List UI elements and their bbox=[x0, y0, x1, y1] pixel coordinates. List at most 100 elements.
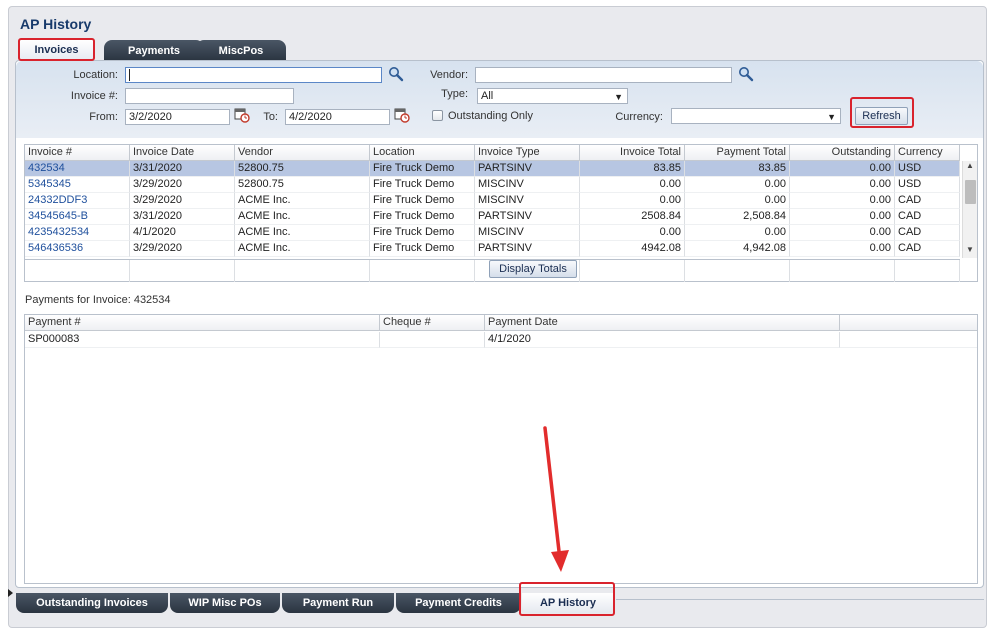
location-cell: Fire Truck Demo bbox=[370, 209, 475, 225]
location-cell: Fire Truck Demo bbox=[370, 177, 475, 193]
invoice-type-cell: PARTSINV bbox=[475, 161, 580, 177]
top-tab-bar: MiscPos Payments Invoices bbox=[18, 38, 298, 62]
invoice-type-cell: MISCINV bbox=[475, 177, 580, 193]
page-title: AP History bbox=[20, 16, 92, 32]
col-payment-date[interactable]: Payment Date bbox=[485, 315, 840, 331]
col-vendor[interactable]: Vendor bbox=[235, 145, 370, 161]
payment-date-cell: 4/1/2020 bbox=[485, 332, 840, 348]
payments-caption: Payments for Invoice: 432534 bbox=[25, 294, 171, 306]
invoice-date-cell: 3/29/2020 bbox=[130, 177, 235, 193]
outstanding-cell: 0.00 bbox=[790, 193, 895, 209]
currency-cell: CAD bbox=[895, 225, 960, 241]
totals-cell bbox=[895, 260, 960, 282]
currency-dropdown-arrow-icon: ▼ bbox=[827, 112, 836, 122]
tab-miscpos[interactable]: MiscPos bbox=[196, 40, 286, 61]
to-label: To: bbox=[263, 111, 278, 123]
table-row[interactable]: 4235432534 4/1/2020 ACME Inc. Fire Truck… bbox=[25, 225, 960, 241]
invoice-total-cell: 4942.08 bbox=[580, 241, 685, 257]
col-payment-number[interactable]: Payment # bbox=[25, 315, 380, 331]
from-label: From: bbox=[89, 111, 118, 123]
payment-total-cell: 0.00 bbox=[685, 193, 790, 209]
table-row[interactable]: 24332DDF3 3/29/2020 ACME Inc. Fire Truck… bbox=[25, 193, 960, 209]
col-invoice-total[interactable]: Invoice Total bbox=[580, 145, 685, 161]
refresh-button[interactable]: Refresh bbox=[855, 107, 908, 125]
invoice-number-cell[interactable]: 5345345 bbox=[25, 177, 130, 193]
vendor-cell: ACME Inc. bbox=[235, 209, 370, 225]
col-outstanding[interactable]: Outstanding bbox=[790, 145, 895, 161]
col-currency[interactable]: Currency bbox=[895, 145, 960, 161]
col-location[interactable]: Location bbox=[370, 145, 475, 161]
invoice-date-cell: 3/31/2020 bbox=[130, 161, 235, 177]
invoice-total-cell: 0.00 bbox=[580, 225, 685, 241]
tab-outstanding-invoices[interactable]: Outstanding Invoices bbox=[16, 593, 168, 613]
scroll-thumb[interactable] bbox=[965, 180, 976, 204]
display-totals-button[interactable]: Display Totals bbox=[489, 260, 577, 278]
blank-cell bbox=[840, 332, 977, 348]
payment-total-cell: 4,942.08 bbox=[685, 241, 790, 257]
location-cell: Fire Truck Demo bbox=[370, 225, 475, 241]
vendor-input[interactable] bbox=[475, 67, 732, 83]
col-invoice-number[interactable]: Invoice # bbox=[25, 145, 130, 161]
invoice-number-cell[interactable]: 24332DDF3 bbox=[25, 193, 130, 209]
location-input[interactable] bbox=[125, 67, 382, 83]
outstanding-cell: 0.00 bbox=[790, 177, 895, 193]
table-row[interactable]: 546436536 3/29/2020 ACME Inc. Fire Truck… bbox=[25, 241, 960, 257]
payment-number-cell: SP000083 bbox=[25, 332, 380, 348]
invoice-number-input[interactable] bbox=[125, 88, 294, 104]
col-payment-total[interactable]: Payment Total bbox=[685, 145, 790, 161]
table-row[interactable]: 5345345 3/29/2020 52800.75 Fire Truck De… bbox=[25, 177, 960, 193]
text-caret bbox=[129, 69, 130, 81]
tab-wip-misc-pos[interactable]: WIP Misc POs bbox=[170, 593, 280, 613]
totals-cell bbox=[235, 260, 370, 282]
table-row[interactable]: 432534 3/31/2020 52800.75 Fire Truck Dem… bbox=[25, 161, 960, 177]
invoice-date-cell: 3/29/2020 bbox=[130, 193, 235, 209]
invoices-header-row: Invoice # Invoice Date Vendor Location I… bbox=[25, 145, 960, 161]
to-calendar-icon[interactable] bbox=[394, 107, 410, 123]
totals-cell bbox=[580, 260, 685, 282]
invoices-scrollbar[interactable]: ▲ ▼ bbox=[962, 161, 977, 258]
table-row[interactable]: SP000083 4/1/2020 bbox=[25, 332, 977, 348]
vendor-cell: ACME Inc. bbox=[235, 225, 370, 241]
cheque-number-cell bbox=[380, 332, 485, 348]
totals-cell bbox=[370, 260, 475, 282]
currency-cell: CAD bbox=[895, 209, 960, 225]
scroll-down-icon[interactable]: ▼ bbox=[966, 245, 974, 254]
tab-invoices[interactable]: Invoices bbox=[18, 38, 95, 61]
col-cheque-number[interactable]: Cheque # bbox=[380, 315, 485, 331]
table-row[interactable]: 34545645-B 3/31/2020 ACME Inc. Fire Truc… bbox=[25, 209, 960, 225]
from-calendar-icon[interactable] bbox=[234, 107, 250, 123]
tab-payment-run[interactable]: Payment Run bbox=[282, 593, 394, 613]
invoice-number-cell[interactable]: 432534 bbox=[25, 161, 130, 177]
scroll-up-icon[interactable]: ▲ bbox=[966, 161, 974, 170]
totals-cell bbox=[685, 260, 790, 282]
col-blank bbox=[840, 315, 977, 331]
invoice-total-cell: 83.85 bbox=[580, 161, 685, 177]
vendor-label: Vendor: bbox=[430, 69, 468, 81]
vendor-cell: 52800.75 bbox=[235, 161, 370, 177]
outstanding-cell: 0.00 bbox=[790, 241, 895, 257]
currency-cell: USD bbox=[895, 161, 960, 177]
invoice-total-cell: 0.00 bbox=[580, 193, 685, 209]
tab-wip-misc-pos-label: WIP Misc POs bbox=[188, 597, 262, 609]
to-date-value: 4/2/2020 bbox=[289, 111, 332, 123]
invoice-number-cell[interactable]: 546436536 bbox=[25, 241, 130, 257]
vendor-search-icon[interactable] bbox=[738, 66, 754, 82]
location-search-icon[interactable] bbox=[388, 66, 404, 82]
outstanding-cell: 0.00 bbox=[790, 225, 895, 241]
ap-history-highlight bbox=[519, 582, 615, 616]
tab-payment-run-label: Payment Run bbox=[302, 597, 374, 609]
to-date-input[interactable]: 4/2/2020 bbox=[285, 109, 390, 125]
type-select[interactable]: All ▼ bbox=[477, 88, 628, 104]
currency-select[interactable]: ▼ bbox=[671, 108, 841, 124]
tab-payment-credits[interactable]: Payment Credits bbox=[396, 593, 521, 613]
tab-scroll-left-icon[interactable] bbox=[8, 589, 13, 597]
tab-payment-credits-label: Payment Credits bbox=[415, 597, 502, 609]
col-invoice-date[interactable]: Invoice Date bbox=[130, 145, 235, 161]
col-invoice-type[interactable]: Invoice Type bbox=[475, 145, 580, 161]
invoice-number-cell[interactable]: 34545645-B bbox=[25, 209, 130, 225]
from-date-input[interactable]: 3/2/2020 bbox=[125, 109, 230, 125]
invoice-number-cell[interactable]: 4235432534 bbox=[25, 225, 130, 241]
tab-payments[interactable]: Payments bbox=[104, 40, 204, 61]
outstanding-only-checkbox[interactable] bbox=[432, 110, 443, 121]
currency-cell: USD bbox=[895, 177, 960, 193]
